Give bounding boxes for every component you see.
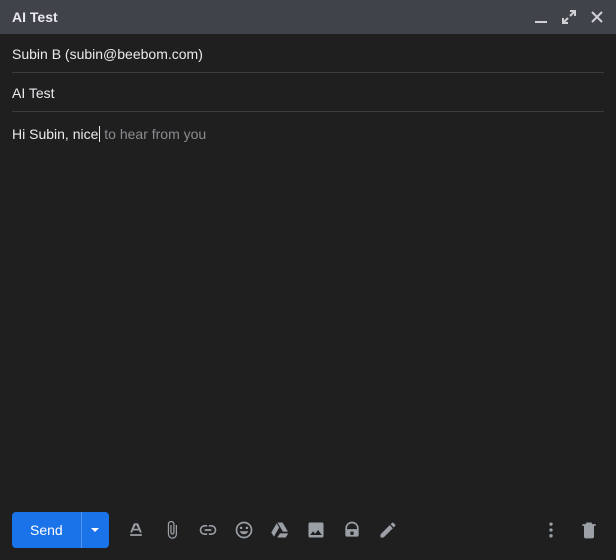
- close-icon[interactable]: [588, 8, 606, 26]
- confidential-icon[interactable]: [337, 515, 367, 545]
- send-options-button[interactable]: [81, 512, 109, 548]
- formatting-icon[interactable]: [121, 515, 151, 545]
- compose-header: AI Test: [0, 0, 616, 34]
- formatting-toolbar: [121, 515, 403, 545]
- compose-body[interactable]: Hi Subin, nice to hear from you: [0, 112, 616, 506]
- compose-fields: Subin B (subin@beebom.com) AI Test: [0, 34, 616, 112]
- send-button-group: Send: [12, 512, 109, 548]
- minimize-icon[interactable]: [532, 8, 550, 26]
- window-title: AI Test: [12, 9, 532, 25]
- drive-icon[interactable]: [265, 515, 295, 545]
- attach-icon[interactable]: [157, 515, 187, 545]
- to-field[interactable]: Subin B (subin@beebom.com): [12, 34, 604, 73]
- more-icon[interactable]: [536, 515, 566, 545]
- subject-field[interactable]: AI Test: [12, 73, 604, 112]
- trash-icon[interactable]: [574, 515, 604, 545]
- send-button[interactable]: Send: [12, 512, 81, 548]
- link-icon[interactable]: [193, 515, 223, 545]
- image-icon[interactable]: [301, 515, 331, 545]
- window-controls: [532, 8, 606, 26]
- expand-icon[interactable]: [560, 8, 578, 26]
- pen-icon[interactable]: [373, 515, 403, 545]
- footer-right-actions: [536, 515, 604, 545]
- body-suggestion-text: to hear from you: [100, 126, 206, 142]
- body-typed-text: Hi Subin, nice: [12, 126, 98, 142]
- emoji-icon[interactable]: [229, 515, 259, 545]
- compose-footer: Send: [0, 506, 616, 560]
